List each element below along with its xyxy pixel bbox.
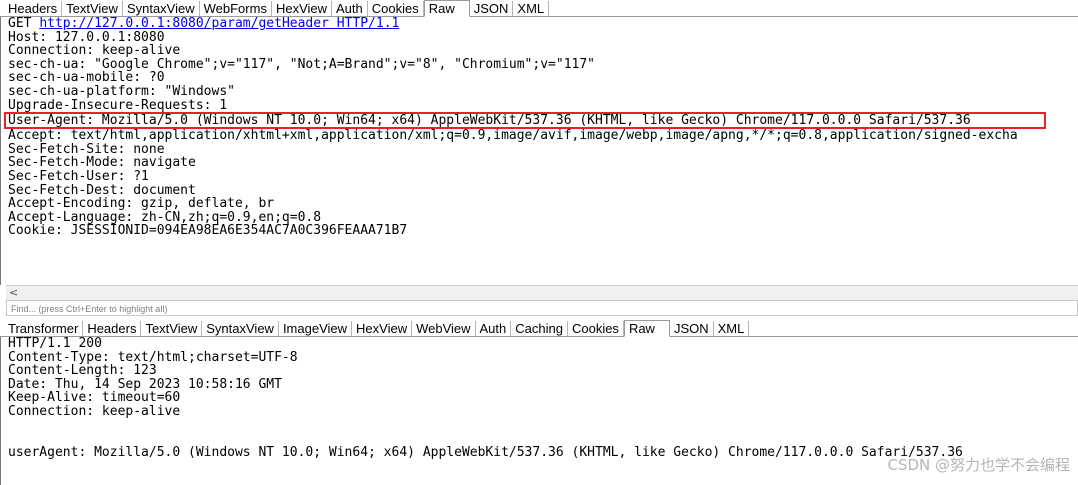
user-agent-highlighted-line: User-Agent: Mozilla/5.0 (Windows NT 10.0… [4, 112, 1046, 130]
request-tab-hexview[interactable]: HexView [272, 1, 333, 16]
response-tab-caching[interactable]: Caching [511, 321, 568, 336]
response-header-line: Content-Type: text/html;charset=UTF-8 [8, 349, 298, 365]
request-header-line: Accept: text/html,application/xhtml+xml,… [8, 128, 1018, 144]
response-headers: HTTP/1.1 200 Content-Type: text/html;char… [8, 337, 1078, 419]
request-tab-raw[interactable]: Raw [423, 0, 470, 17]
request-header-line: Cookie: JSESSIONID=094EA98EA6E354AC7A0C3… [8, 223, 408, 239]
request-tab-bar: Headers TextView SyntaxView WebForms HexView… [0, 0, 1078, 17]
request-tab-json[interactable]: JSON [470, 1, 514, 16]
request-line: GET http://127.0.0.1:8080/param/getHeade… [8, 17, 1078, 31]
request-header-line: Sec-Fetch-Site: none [8, 141, 165, 157]
response-tab-bar: Transformer Headers TextView SyntaxView Imag… [0, 320, 1078, 337]
request-header-line: Connection: keep-alive [8, 43, 181, 59]
response-header-line: Content-Length: 123 [8, 363, 157, 379]
response-tab-xml[interactable]: XML [714, 321, 750, 336]
response-header-line: HTTP/1.1 200 [8, 336, 102, 351]
response-tab-auth[interactable]: Auth [476, 321, 512, 336]
request-header-line: Upgrade-Insecure-Requests: 1 [8, 97, 228, 113]
request-tab-cookies[interactable]: Cookies [368, 1, 424, 16]
request-header-line: Accept-Encoding: gzip, deflate, br [8, 196, 275, 212]
request-header-line: sec-ch-ua: "Google Chrome";v="117", "Not… [8, 56, 595, 72]
response-header-line: Connection: keep-alive [8, 403, 181, 419]
request-header-line: Host: 127.0.0.1:8080 [8, 29, 165, 45]
request-tab-textview[interactable]: TextView [62, 1, 123, 16]
response-tab-cookies[interactable]: Cookies [568, 321, 624, 336]
request-tab-webforms[interactable]: WebForms [200, 1, 272, 16]
response-header-line: Keep-Alive: timeout=60 [8, 390, 181, 406]
request-header-line: Sec-Fetch-User: ?1 [8, 168, 149, 184]
request-header-line: sec-ch-ua-platform: "Windows" [8, 83, 235, 99]
horizontal-scrollbar[interactable]: < [6, 285, 1078, 300]
response-header-line: Date: Thu, 14 Sep 2023 10:58:16 GMT [8, 376, 282, 392]
request-raw-text[interactable]: GET http://127.0.0.1:8080/param/getHeade… [0, 17, 1078, 285]
response-tab-headers[interactable]: Headers [83, 321, 142, 336]
request-header-line: Accept-Language: zh-CN,zh;q=0.9,en;q=0.8 [8, 209, 322, 225]
response-tab-webview[interactable]: WebView [412, 321, 476, 336]
response-tab-imageview[interactable]: ImageView [279, 321, 353, 336]
request-tab-syntaxview[interactable]: SyntaxView [123, 1, 200, 16]
request-method: GET [8, 16, 40, 31]
response-tab-syntaxview[interactable]: SyntaxView [202, 321, 279, 336]
request-tab-headers[interactable]: Headers [4, 1, 63, 16]
request-headers-before: Host: 127.0.0.1:8080 Connection: keep-ali… [8, 29, 1078, 113]
request-header-line: Sec-Fetch-Mode: navigate [8, 155, 196, 171]
find-input[interactable]: Find... (press Ctrl+Enter to highlight a… [6, 300, 1078, 316]
response-tab-textview[interactable]: TextView [141, 321, 203, 336]
request-inspector: Headers TextView SyntaxView WebForms HexView… [0, 0, 1078, 320]
request-tab-xml[interactable]: XML [513, 1, 550, 16]
csdn-watermark: CSDN @努力也学不会编程 [887, 456, 1070, 474]
request-protocol: HTTP/1.1 [328, 16, 400, 31]
response-tab-json[interactable]: JSON [670, 321, 714, 336]
scroll-left-arrow-icon[interactable]: < [9, 286, 18, 300]
request-url-link[interactable]: http://127.0.0.1:8080/param/getHeader [39, 16, 329, 31]
response-tab-transformer[interactable]: Transformer [4, 321, 84, 336]
request-header-line: sec-ch-ua-mobile: ?0 [8, 70, 165, 86]
request-tab-auth[interactable]: Auth [332, 1, 368, 16]
request-header-line: Sec-Fetch-Dest: document [8, 182, 196, 198]
response-tab-raw[interactable]: Raw [623, 320, 670, 337]
response-tab-hexview[interactable]: HexView [352, 321, 413, 336]
request-headers-after: Accept: text/html,application/xhtml+xml,… [8, 129, 1078, 238]
